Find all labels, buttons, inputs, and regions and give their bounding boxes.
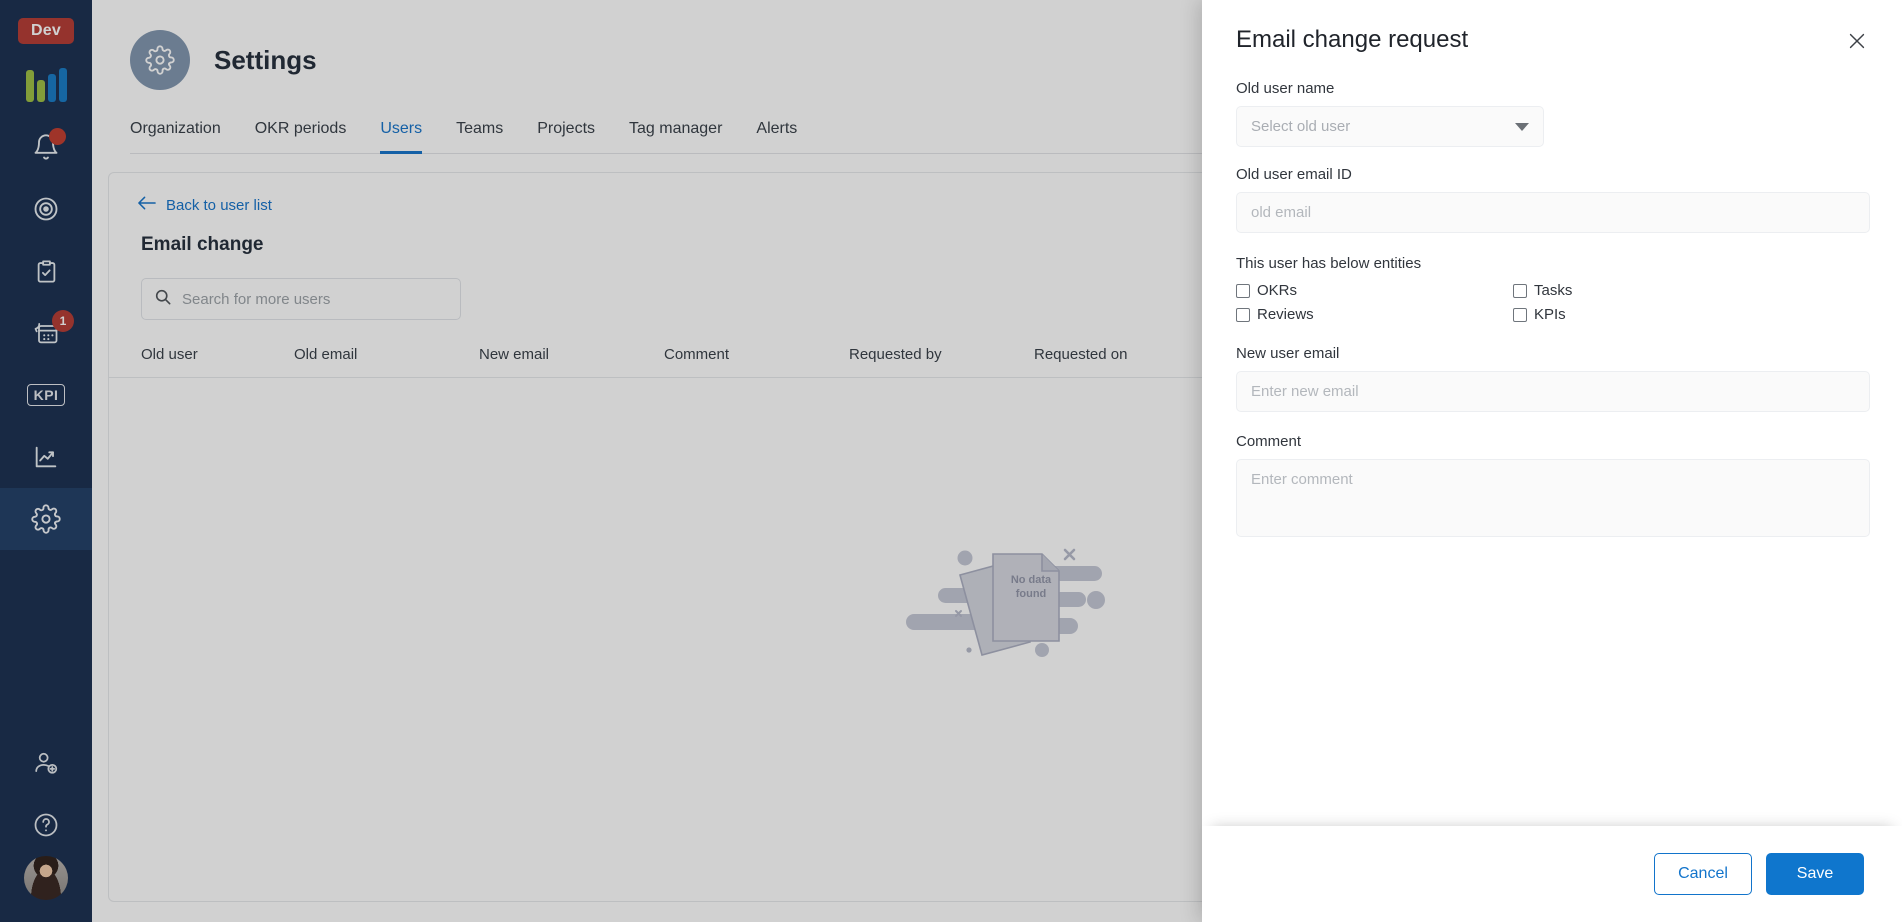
drawer-header: Email change request: [1202, 0, 1902, 56]
checkbox-okrs-label: OKRs: [1257, 282, 1298, 299]
save-button[interactable]: Save: [1766, 853, 1864, 895]
close-icon[interactable]: [1842, 26, 1872, 56]
new-user-email-label: New user email: [1236, 345, 1340, 362]
email-change-request-drawer: Email change request Old user name Selec…: [1202, 0, 1902, 922]
cancel-button[interactable]: Cancel: [1654, 853, 1752, 895]
checkbox-reviews-label: Reviews: [1257, 306, 1314, 323]
new-user-email-input[interactable]: [1236, 371, 1870, 412]
checkbox-tasks[interactable]: Tasks: [1513, 282, 1790, 299]
app-root: Dev 1 KPI Settings Organization OKR peri…: [0, 0, 1902, 922]
chevron-down-icon: [1515, 122, 1529, 131]
checkbox-box-icon: [1513, 307, 1527, 322]
comment-textarea[interactable]: [1236, 459, 1870, 537]
old-user-email-input[interactable]: [1236, 192, 1870, 233]
entities-checkbox-grid: OKRs Tasks Reviews KPIs: [1236, 282, 1870, 323]
checkbox-tasks-label: Tasks: [1534, 282, 1573, 299]
comment-group: Comment: [1236, 433, 1870, 542]
drawer-body: Old user name Select old user Old user e…: [1202, 56, 1902, 826]
drawer-title: Email change request: [1236, 26, 1469, 53]
checkbox-box-icon: [1236, 307, 1250, 322]
checkbox-box-icon: [1513, 283, 1527, 298]
old-user-select-value: Select old user: [1251, 118, 1351, 135]
old-user-name-group: Old user name Select old user: [1236, 80, 1870, 147]
new-user-email-group: New user email: [1236, 345, 1870, 412]
old-user-email-group: Old user email ID: [1236, 166, 1870, 233]
old-user-select[interactable]: Select old user: [1236, 106, 1544, 147]
checkbox-reviews[interactable]: Reviews: [1236, 306, 1513, 323]
drawer-footer: Cancel Save: [1202, 826, 1902, 922]
entities-group: This user has below entities OKRs Tasks …: [1236, 255, 1870, 323]
comment-label: Comment: [1236, 433, 1302, 450]
old-user-name-label: Old user name: [1236, 80, 1335, 97]
checkbox-kpis[interactable]: KPIs: [1513, 306, 1790, 323]
checkbox-box-icon: [1236, 283, 1250, 298]
checkbox-kpis-label: KPIs: [1534, 306, 1566, 323]
old-user-email-label: Old user email ID: [1236, 166, 1352, 183]
checkbox-okrs[interactable]: OKRs: [1236, 282, 1513, 299]
entities-label: This user has below entities: [1236, 255, 1422, 272]
